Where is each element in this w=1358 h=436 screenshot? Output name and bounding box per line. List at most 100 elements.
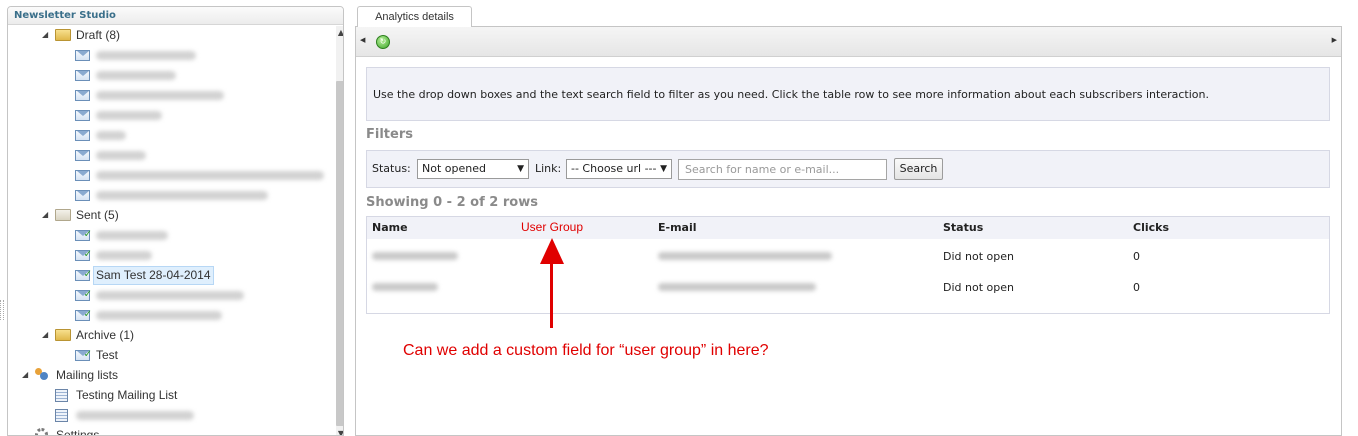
mail-icon: [75, 150, 90, 161]
link-select[interactable]: -- Choose url --- ▼: [566, 159, 672, 179]
search-button[interactable]: Search: [894, 158, 943, 180]
column-header-status[interactable]: Status: [943, 221, 983, 234]
blurred-text: [96, 291, 244, 300]
tree-item-draft[interactable]: [8, 105, 328, 125]
sent-mail-icon: [75, 245, 92, 265]
status-select-value: Not opened: [422, 162, 486, 175]
sent-mail-icon: [75, 345, 92, 365]
sent-mail-icon: [75, 265, 92, 285]
mail-icon: [75, 130, 90, 141]
scroll-down-icon[interactable]: ▼: [336, 429, 343, 435]
list-icon: [55, 389, 68, 402]
gear-icon: [35, 428, 48, 435]
blurred-name: [372, 252, 458, 260]
mail-icon: [75, 50, 90, 61]
tree-folder-archive[interactable]: ◢ Archive (1): [8, 325, 328, 345]
tree-item-draft[interactable]: [8, 125, 328, 145]
mail-icon: [75, 90, 90, 101]
status-cell: Did not open: [943, 281, 1014, 294]
tree-item-draft[interactable]: [8, 45, 328, 65]
filters-heading: Filters: [366, 127, 413, 142]
blurred-text: [96, 91, 224, 100]
status-select[interactable]: Not opened ▼: [417, 159, 529, 179]
chevron-down-icon: ▼: [660, 164, 667, 174]
tree-label: Settings: [56, 428, 100, 436]
expand-triangle-icon[interactable]: ◢: [22, 365, 28, 385]
info-box: Use the drop down boxes and the text sea…: [366, 67, 1330, 121]
tree-label: Sent (5): [76, 208, 119, 222]
blurred-name: [372, 283, 438, 291]
column-header-clicks[interactable]: Clicks: [1133, 221, 1169, 234]
expand-triangle-icon[interactable]: ◢: [42, 205, 48, 225]
tree-label: Archive (1): [76, 328, 135, 342]
mail-icon: [75, 110, 90, 121]
tree-scrollbar[interactable]: ▲ ▼: [336, 26, 343, 435]
blurred-text: [96, 251, 152, 260]
tab-analytics-details[interactable]: Analytics details: [357, 6, 472, 27]
blurred-text: [96, 131, 126, 140]
column-header-email[interactable]: E-mail: [658, 221, 697, 234]
sent-folder-icon: [55, 209, 71, 221]
link-select-value: -- Choose url ---: [571, 162, 657, 175]
draft-folder-icon: [55, 29, 71, 41]
refresh-icon[interactable]: ↻: [376, 35, 390, 49]
mail-icon: [75, 190, 90, 201]
tree-label: Sam Test 28-04-2014: [93, 266, 214, 285]
blurred-text: [96, 231, 168, 240]
table-row[interactable]: Did not open 0: [367, 241, 1329, 272]
tree-folder-draft[interactable]: ◢ Draft (8): [8, 25, 328, 45]
tree-item-draft[interactable]: [8, 185, 328, 205]
scroll-up-icon[interactable]: ▲: [336, 28, 343, 37]
scroll-left-icon[interactable]: ◀: [360, 36, 365, 44]
tree-folder-sent[interactable]: ◢ Sent (5): [8, 205, 328, 225]
mail-icon: [75, 170, 90, 181]
results-table: Name User Group E-mail Status Clicks Did…: [366, 216, 1330, 314]
tree-folder-mailing-lists[interactable]: ◢ Mailing lists: [8, 365, 328, 385]
tree-item-sent[interactable]: [8, 285, 328, 305]
expand-triangle-icon[interactable]: ◢: [42, 25, 48, 45]
table-row[interactable]: Did not open 0: [367, 272, 1329, 303]
annotation-arrow-line: [550, 245, 553, 328]
tree-item-draft[interactable]: [8, 85, 328, 105]
tree-item-sent[interactable]: [8, 225, 328, 245]
tree-label: Testing Mailing List: [76, 388, 178, 402]
blurred-email: [658, 283, 816, 291]
blurred-text: [96, 71, 176, 80]
scroll-right-icon[interactable]: ▶: [1332, 36, 1337, 44]
tree-item-sent-selected[interactable]: Sam Test 28-04-2014: [8, 265, 328, 285]
search-input[interactable]: [678, 159, 887, 180]
list-icon: [55, 409, 68, 422]
sent-mail-icon: [75, 225, 92, 245]
blurred-text: [96, 191, 268, 200]
tree-label: Test: [96, 348, 119, 362]
tree-item-mailing-list[interactable]: Testing Mailing List: [8, 385, 328, 405]
blurred-email: [658, 252, 832, 260]
column-header-name[interactable]: Name: [372, 221, 408, 234]
tree-item-draft[interactable]: [8, 145, 328, 165]
tree-item-draft[interactable]: [8, 65, 328, 85]
expand-triangle-icon[interactable]: ◢: [42, 325, 48, 345]
column-header-user-group: User Group: [521, 220, 584, 234]
blurred-text: [96, 311, 222, 320]
tree-item-settings[interactable]: Settings: [8, 425, 328, 436]
status-label: Status:: [372, 162, 411, 175]
analytics-panel: ◀ ↻ ▶ Use the drop down boxes and the te…: [355, 26, 1342, 436]
tree-item-mailing-list[interactable]: [8, 405, 328, 425]
tree-label: Mailing lists: [56, 368, 119, 382]
tree-item-draft[interactable]: [8, 165, 328, 185]
panel-splitter-handle[interactable]: [0, 300, 4, 320]
scrollbar-thumb[interactable]: [336, 81, 343, 426]
chevron-down-icon: ▼: [517, 164, 524, 174]
users-icon: [34, 368, 50, 382]
tree-item-sent[interactable]: [8, 305, 328, 325]
annotation-text: Can we add a custom field for “user grou…: [403, 342, 769, 359]
tree-item-sent[interactable]: [8, 245, 328, 265]
clicks-cell: 0: [1133, 281, 1140, 294]
tree-item-archive[interactable]: Test: [8, 345, 328, 365]
blurred-text: [96, 171, 324, 180]
link-label: Link:: [535, 162, 562, 175]
status-cell: Did not open: [943, 250, 1014, 263]
row-count-text: Showing 0 - 2 of 2 rows: [366, 195, 538, 210]
toolbar: ◀ ↻ ▶: [356, 27, 1341, 57]
blurred-text: [76, 411, 194, 420]
